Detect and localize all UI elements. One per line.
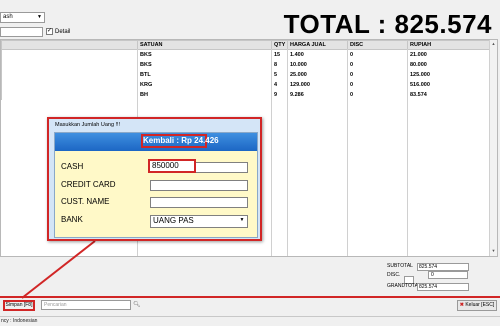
cell-name [1, 59, 138, 70]
cell-disc: 0 [347, 59, 408, 70]
col-header-rupiah[interactable]: RUPIAH [407, 40, 492, 50]
cust-name-input[interactable] [150, 197, 248, 208]
dialog-panel: Kembali : Rp 24.426 CASH 850000 CREDIT C… [54, 132, 258, 238]
cell-rupiah: 80.000 [407, 59, 492, 70]
cell-harga: 25.000 [287, 69, 348, 80]
disc-amount-field[interactable]: 0 [428, 271, 468, 279]
grandtotal-field: 825.574 [417, 283, 469, 291]
cell-satuan: BH [137, 89, 272, 100]
cash-input[interactable]: 850000 [148, 159, 196, 173]
close-icon: ✖ [459, 302, 464, 308]
cell-qty: 4 [271, 79, 288, 90]
subtotal-field: 825.574 [417, 263, 469, 271]
cell-qty: 8 [271, 59, 288, 70]
table-row[interactable]: BH 9 9.286 0 83.574 [1, 89, 492, 100]
cell-name [1, 79, 138, 90]
bank-label: BANK [61, 215, 83, 224]
check-icon: ✓ [46, 28, 53, 35]
scroll-down-icon[interactable]: ▼ [490, 248, 497, 255]
cell-satuan: KRG [137, 79, 272, 90]
cell-disc: 0 [347, 69, 408, 80]
cell-rupiah: 83.574 [407, 89, 492, 100]
dialog-title: Masukkan Jumlah Uang !!! [55, 122, 121, 128]
cash-label: CASH [61, 162, 84, 171]
detail-checkbox[interactable]: ✓ Detail [46, 28, 70, 35]
search-input[interactable] [0, 27, 43, 37]
chevron-down-icon: ▼ [239, 217, 245, 223]
payment-dialog: Masukkan Jumlah Uang !!! Kembali : Rp 24… [47, 117, 262, 241]
cell-disc: 0 [347, 49, 408, 60]
col-header-name[interactable] [1, 40, 138, 50]
chevron-down-icon: ▼ [37, 14, 42, 20]
pencarian-input[interactable]: Pencarian [41, 300, 131, 310]
keluar-button[interactable]: ✖ Keluar [ESC] [457, 300, 497, 311]
keluar-label: Keluar [ESC] [465, 302, 495, 308]
change-amount: Kembali : Rp 24.426 [141, 134, 219, 148]
cell-qty: 5 [271, 69, 288, 80]
table-row[interactable]: KRG 4 129.000 0 516.000 [1, 79, 492, 90]
simpan-button[interactable]: Simpan [F8] [3, 300, 35, 311]
cell-satuan: BTL [137, 69, 272, 80]
cust-name-label: CUST. NAME [61, 197, 110, 206]
cell-qty: 15 [271, 49, 288, 60]
cell-name [1, 49, 138, 60]
payment-type-value: ash [3, 14, 13, 20]
scroll-up-icon[interactable]: ▲ [490, 41, 497, 48]
cell-rupiah: 516.000 [407, 79, 492, 90]
cell-rupiah: 21.000 [407, 49, 492, 60]
change-banner: Kembali : Rp 24.426 [55, 133, 257, 151]
bank-select-value: UANG PAS [153, 216, 194, 225]
grid-header-row: SATUAN QTY HARGA JUAL DISC RUPIAH [1, 40, 492, 50]
credit-card-input[interactable] [150, 180, 248, 191]
cell-harga: 1.400 [287, 49, 348, 60]
status-bar: ncy : Indonesian [0, 316, 500, 326]
subtotal-label: SUBTOTAL [387, 263, 413, 269]
search-icon[interactable]: 🔍︎ [133, 301, 141, 308]
cell-name [1, 89, 138, 100]
credit-card-label: CREDIT CARD [61, 180, 116, 189]
column-divider [407, 49, 408, 256]
cell-satuan: BKS [137, 59, 272, 70]
cell-name [1, 69, 138, 80]
bank-select[interactable]: UANG PAS ▼ [150, 215, 248, 228]
col-header-harga[interactable]: HARGA JUAL [287, 40, 348, 50]
cell-harga: 9.286 [287, 89, 348, 100]
cell-rupiah: 125.000 [407, 69, 492, 80]
column-divider [271, 49, 272, 256]
table-row[interactable]: BKS 15 1.400 0 21.000 [1, 49, 492, 60]
table-row[interactable]: BKS 8 10.000 0 80.000 [1, 59, 492, 70]
bottom-toolbar: Simpan [F8] Pencarian 🔍︎ ✖ Keluar [ESC] [0, 296, 500, 313]
payment-type-select[interactable]: ash ▼ [0, 12, 45, 23]
cell-disc: 0 [347, 89, 408, 100]
col-header-disc[interactable]: DISC [347, 40, 408, 50]
cell-disc: 0 [347, 79, 408, 90]
total-display: TOTAL : 825.574 [283, 9, 492, 39]
vertical-scrollbar[interactable]: ▲ ▼ [489, 40, 497, 256]
table-row[interactable]: BTL 5 25.000 0 125.000 [1, 69, 492, 80]
cell-harga: 10.000 [287, 59, 348, 70]
col-header-satuan[interactable]: SATUAN [137, 40, 272, 50]
grandtotal-label: GRANDTOTAL [387, 283, 421, 289]
col-header-qty[interactable]: QTY [271, 40, 288, 50]
cell-satuan: BKS [137, 49, 272, 60]
column-divider [347, 49, 348, 256]
detail-label: Detail [55, 28, 71, 35]
cell-qty: 9 [271, 89, 288, 100]
cash-input-tail[interactable] [196, 162, 248, 173]
column-divider [287, 49, 288, 256]
cell-harga: 129.000 [287, 79, 348, 90]
